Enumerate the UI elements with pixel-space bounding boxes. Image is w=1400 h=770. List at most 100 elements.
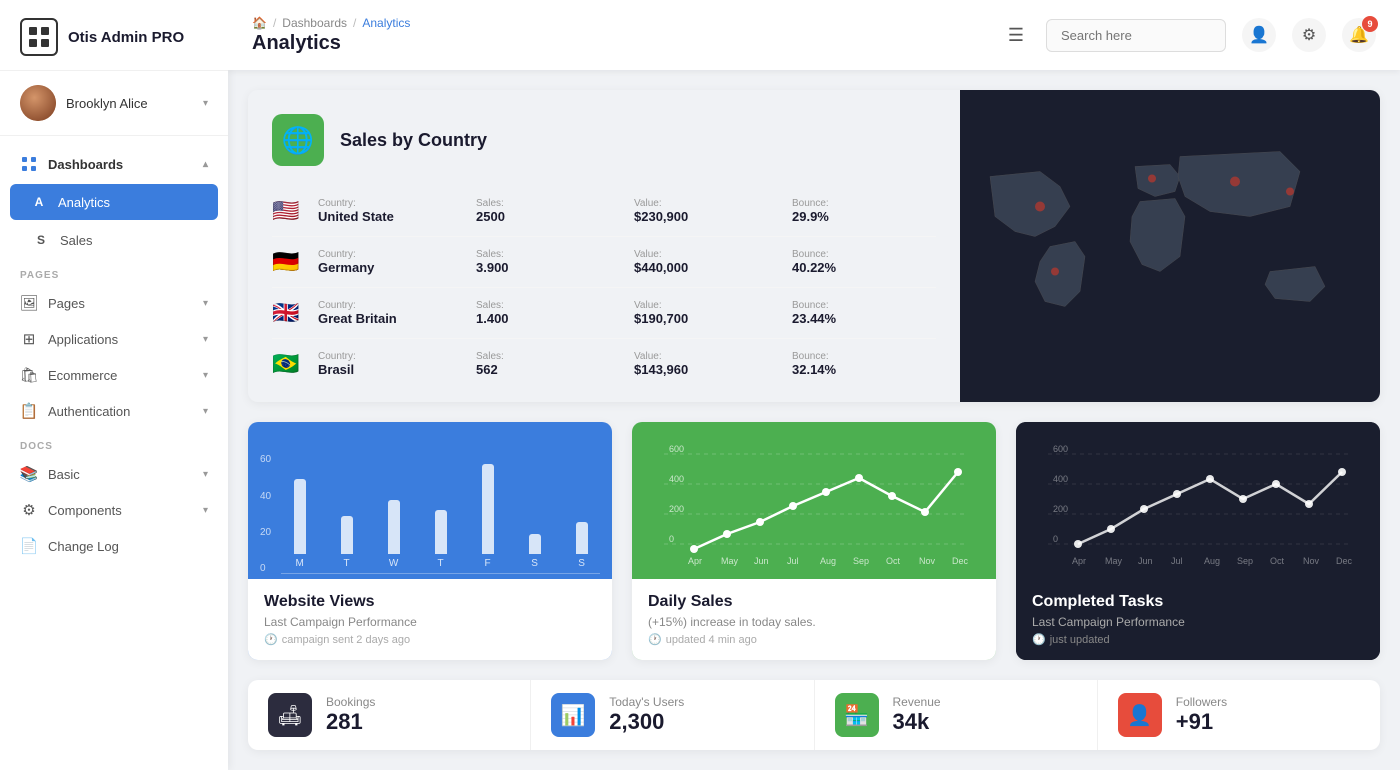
- settings-button[interactable]: ⚙: [1292, 18, 1326, 52]
- sidebar-item-authentication[interactable]: 📋 Authentication ▾: [0, 393, 228, 429]
- sidebar-item-applications[interactable]: ⊞ Applications ▾: [0, 321, 228, 357]
- users-label: Today's Users: [609, 695, 684, 709]
- sidebar-user[interactable]: Brooklyn Alice ▾: [0, 71, 228, 136]
- sidebar-item-ecommerce[interactable]: 🛍 Ecommerce ▾: [0, 357, 228, 393]
- basic-chevron-icon: ▾: [203, 469, 208, 480]
- auth-label: Authentication: [48, 404, 130, 419]
- completed-tasks-chart: 600 400 200 0: [1016, 422, 1380, 579]
- bar: [529, 534, 541, 554]
- svg-text:0: 0: [669, 534, 674, 544]
- table-row: 🇩🇪 Country: Germany Sales: 3.900 Value:: [272, 237, 936, 288]
- auth-chevron-icon: ▾: [203, 406, 208, 417]
- flag-gb: 🇬🇧: [272, 300, 304, 326]
- stat-revenue: 🏪 Revenue 34k: [815, 680, 1098, 750]
- user-name: Brooklyn Alice: [66, 96, 193, 111]
- bar: [341, 516, 353, 554]
- svg-text:200: 200: [669, 504, 684, 514]
- logo-icon: [20, 18, 58, 56]
- sidebar-item-changelog[interactable]: 📄 Change Log: [0, 528, 228, 564]
- pages-label: Pages: [48, 296, 85, 311]
- breadcrumb-dashboards: Dashboards: [282, 16, 347, 30]
- value-col: Value: $230,900: [634, 198, 778, 224]
- page-title: Analytics: [252, 32, 986, 55]
- website-views-subtitle: Last Campaign Performance: [264, 615, 596, 629]
- sidebar-item-components[interactable]: ⚙ Components ▾: [0, 492, 228, 528]
- revenue-icon: 🏪: [835, 693, 879, 737]
- sidebar-item-analytics[interactable]: A Analytics: [10, 184, 218, 220]
- sidebar-item-basic[interactable]: 📚 Basic ▾: [0, 456, 228, 492]
- header-right: 👤 ⚙ 🔔 9: [1046, 18, 1376, 52]
- header-left: 🏠 / Dashboards / Analytics Analytics: [252, 16, 986, 55]
- main-content: 🏠 / Dashboards / Analytics Analytics ☰ 👤…: [228, 0, 1400, 770]
- sidebar-nav: Dashboards ▴ A Analytics S Sales PAGES 🖼…: [0, 136, 228, 770]
- website-views-card: 60 40 20 0 M T: [248, 422, 612, 660]
- notifications-button[interactable]: 🔔 9: [1342, 18, 1376, 52]
- table-row: 🇧🇷 Country: Brasil Sales: 562 Value:: [272, 339, 936, 389]
- svg-text:May: May: [721, 556, 739, 566]
- svg-text:Jun: Jun: [1138, 556, 1153, 566]
- followers-value: +91: [1176, 709, 1227, 735]
- daily-sales-subtitle: (+15%) increase in today sales.: [648, 615, 980, 629]
- users-icon: 📊: [551, 693, 595, 737]
- svg-text:200: 200: [1053, 504, 1068, 514]
- breadcrumb-current: Analytics: [362, 16, 410, 30]
- svg-text:600: 600: [1053, 444, 1068, 454]
- svg-text:Apr: Apr: [688, 556, 702, 566]
- bar-col-T2: T: [422, 510, 459, 569]
- clock-icon: 🕐: [264, 633, 278, 646]
- search-input[interactable]: [1046, 19, 1226, 52]
- docs-section-title: DOCS: [0, 429, 228, 456]
- completed-tasks-update: 🕐 just updated: [1032, 633, 1364, 646]
- sidebar-item-pages[interactable]: 🖼 Pages ▾: [0, 285, 228, 321]
- completed-tasks-title: Completed Tasks: [1032, 593, 1364, 611]
- svg-text:Oct: Oct: [1270, 556, 1285, 566]
- stat-users: 📊 Today's Users 2,300: [531, 680, 814, 750]
- bar: [388, 500, 400, 554]
- basic-icon: 📚: [20, 465, 38, 483]
- clock-icon: 🕐: [648, 633, 662, 646]
- bar: [435, 510, 447, 554]
- bar: [294, 479, 306, 554]
- bar-col-S1: S: [516, 534, 553, 569]
- content-area: 🌐 Sales by Country 🇺🇸 Country: United St…: [228, 70, 1400, 770]
- pages-section-title: PAGES: [0, 258, 228, 285]
- sales-label: Sales: [60, 233, 93, 248]
- bookings-label: Bookings: [326, 695, 375, 709]
- dashboards-icon: [20, 155, 38, 173]
- completed-tasks-subtitle: Last Campaign Performance: [1032, 615, 1364, 629]
- daily-sales-update: 🕐 updated 4 min ago: [648, 633, 980, 646]
- svg-text:Jul: Jul: [1171, 556, 1183, 566]
- svg-text:Apr: Apr: [1072, 556, 1086, 566]
- svg-text:Aug: Aug: [820, 556, 836, 566]
- basic-label: Basic: [48, 467, 80, 482]
- website-views-update: 🕐 campaign sent 2 days ago: [264, 633, 596, 646]
- svg-text:Jun: Jun: [754, 556, 769, 566]
- website-views-info: Website Views Last Campaign Performance …: [248, 579, 612, 660]
- sales-card-title: Sales by Country: [340, 130, 487, 151]
- svg-text:400: 400: [1053, 474, 1068, 484]
- sidebar-item-dashboards[interactable]: Dashboards ▴: [0, 146, 228, 182]
- pages-chevron-icon: ▾: [203, 298, 208, 309]
- breadcrumb: 🏠 / Dashboards / Analytics: [252, 16, 986, 30]
- chevron-down-icon: ▾: [203, 98, 208, 109]
- ecommerce-label: Ecommerce: [48, 368, 117, 383]
- svg-text:Jul: Jul: [787, 556, 799, 566]
- table-row: 🇺🇸 Country: United State Sales: 2500 Val…: [272, 186, 936, 237]
- components-chevron-icon: ▾: [203, 505, 208, 516]
- sidebar-item-sales[interactable]: S Sales: [0, 222, 228, 258]
- bookings-icon: 🛋: [268, 693, 312, 737]
- svg-text:Dec: Dec: [952, 556, 969, 566]
- auth-icon: 📋: [20, 402, 38, 420]
- ecommerce-icon: 🛍: [20, 366, 38, 384]
- profile-button[interactable]: 👤: [1242, 18, 1276, 52]
- hamburger-button[interactable]: ☰: [1002, 19, 1030, 52]
- svg-text:Dec: Dec: [1336, 556, 1353, 566]
- completed-tasks-card: 600 400 200 0: [1016, 422, 1380, 660]
- flag-us: 🇺🇸: [272, 198, 304, 224]
- applications-icon: ⊞: [20, 330, 38, 348]
- sales-initial: S: [32, 231, 50, 249]
- bar-col-S2: S: [563, 522, 600, 569]
- applications-label: Applications: [48, 332, 118, 347]
- dashboards-label: Dashboards: [48, 157, 123, 172]
- ecommerce-chevron-icon: ▾: [203, 370, 208, 381]
